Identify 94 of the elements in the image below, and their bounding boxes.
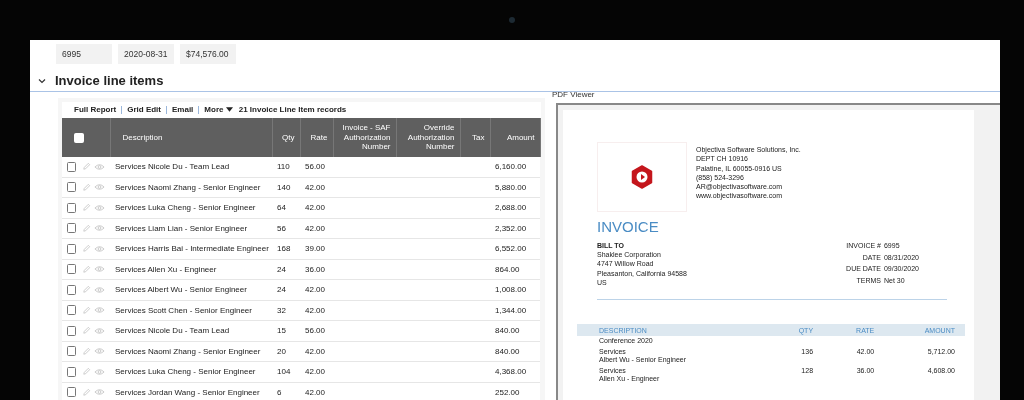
table-cell: 39.00 bbox=[305, 244, 326, 254]
checkbox[interactable] bbox=[67, 305, 76, 316]
logo-icon bbox=[630, 165, 654, 189]
table-cell: 15 bbox=[277, 326, 286, 336]
table-cell: Services Luka Cheng - Senior Engineer bbox=[115, 367, 256, 377]
table-cell: 36.00 bbox=[305, 264, 326, 274]
table-cell: 24 bbox=[277, 285, 286, 295]
checkbox[interactable] bbox=[67, 325, 76, 336]
table-cell: 32 bbox=[277, 305, 286, 315]
table-cell: Services Nicole Du - Team Lead bbox=[115, 326, 230, 336]
checkbox[interactable] bbox=[67, 243, 76, 254]
table-cell: 4,368.00 bbox=[495, 367, 527, 377]
record-field: 6995 bbox=[56, 44, 112, 64]
table-cell: Services Harris Bai - Intermediate Engineer bbox=[115, 244, 269, 254]
table-cell: Services Liam Lian - Senior Engineer bbox=[115, 223, 248, 233]
camera-dot bbox=[509, 17, 515, 23]
invoice-title: INVOICE bbox=[597, 218, 660, 235]
eye-icon[interactable] bbox=[94, 367, 105, 376]
table-cell: 840.00 bbox=[495, 326, 520, 336]
table-cell: 42.00 bbox=[305, 387, 326, 397]
table-cell: 1,008.00 bbox=[495, 285, 527, 295]
column-header[interactable]: Invoice - SAF Authorization Number bbox=[333, 118, 396, 157]
table-cell: 42.00 bbox=[305, 203, 326, 213]
table-cell: Services Naomi Zhang - Senior Engineer bbox=[115, 346, 261, 356]
record-count: 21 Invoice Line Item records bbox=[238, 105, 347, 114]
table-cell: Services Jordan Wang - Senior Engineer bbox=[115, 387, 260, 397]
table-cell: 42.00 bbox=[305, 182, 326, 192]
column-header[interactable]: Override Authorization Number bbox=[396, 118, 460, 157]
table-cell: 110 bbox=[277, 162, 290, 172]
eye-icon[interactable] bbox=[94, 162, 105, 171]
column-header[interactable]: Description bbox=[110, 118, 272, 157]
caret-icon bbox=[225, 107, 233, 112]
table-cell: 24 bbox=[277, 264, 286, 274]
checkbox[interactable] bbox=[67, 366, 76, 377]
table-cell: 56.00 bbox=[305, 162, 326, 172]
record-field: $74,576.00 bbox=[180, 44, 236, 64]
table-cell: 6,160.00 bbox=[495, 162, 527, 172]
table-cell: Services Nicole Du - Team Lead bbox=[115, 162, 230, 172]
table-cell: Services Allen Xu - Engineer bbox=[115, 264, 217, 274]
column-header[interactable]: Qty bbox=[272, 118, 300, 157]
table-cell: 42.00 bbox=[305, 285, 326, 295]
column-header[interactable]: Rate bbox=[300, 118, 333, 157]
toolbar-link[interactable]: Email bbox=[172, 105, 194, 114]
table-cell: Services Albert Wu - Senior Engineer bbox=[115, 285, 247, 295]
table-cell: 42.00 bbox=[305, 346, 326, 356]
table-cell: 64 bbox=[277, 203, 286, 213]
panel-label: PDF Viewer bbox=[552, 90, 596, 101]
checkbox[interactable] bbox=[67, 264, 76, 275]
table-cell: 2,352.00 bbox=[495, 223, 527, 233]
checkbox[interactable] bbox=[67, 284, 76, 295]
eye-icon[interactable] bbox=[94, 285, 105, 294]
table-cell: 42.00 bbox=[305, 223, 326, 233]
record-field: 2020-08-31 bbox=[118, 44, 174, 64]
eye-icon[interactable] bbox=[94, 224, 105, 233]
column-header[interactable]: Amount bbox=[490, 118, 540, 157]
table-cell: 140 bbox=[277, 182, 291, 192]
eye-icon[interactable] bbox=[94, 244, 105, 253]
table-cell: 2,688.00 bbox=[495, 203, 527, 213]
eye-icon[interactable] bbox=[94, 203, 105, 212]
column-header[interactable]: Tax bbox=[460, 118, 490, 157]
table-cell: 42.00 bbox=[305, 305, 326, 315]
toolbar-link[interactable]: Grid Edit bbox=[127, 105, 161, 114]
table-cell: 840.00 bbox=[495, 346, 520, 356]
toolbar-link[interactable]: Full Report bbox=[74, 105, 117, 114]
checkbox[interactable] bbox=[67, 346, 76, 357]
table-cell: Services Scott Chen - Senior Engineer bbox=[115, 305, 252, 315]
table-cell: 252.00 bbox=[495, 387, 520, 397]
table-cell: 864.00 bbox=[495, 264, 520, 274]
chevron-icon[interactable] bbox=[38, 77, 46, 84]
table-cell: 56.00 bbox=[305, 326, 326, 336]
table-cell: 5,880.00 bbox=[495, 182, 527, 192]
eye-icon[interactable] bbox=[94, 388, 105, 397]
table-cell: 168 bbox=[277, 244, 291, 254]
more-menu[interactable]: More bbox=[204, 105, 233, 114]
table-cell: 42.00 bbox=[305, 367, 326, 377]
checkbox[interactable] bbox=[67, 161, 76, 172]
checkbox[interactable] bbox=[67, 202, 76, 213]
section-title: Invoice line items bbox=[55, 73, 164, 88]
eye-icon[interactable] bbox=[94, 347, 105, 356]
checkbox[interactable] bbox=[67, 387, 76, 398]
eye-icon[interactable] bbox=[94, 306, 105, 315]
table-cell: 104 bbox=[277, 367, 291, 377]
table-cell: 6,552.00 bbox=[495, 244, 527, 254]
eye-icon[interactable] bbox=[94, 265, 105, 274]
checkbox[interactable] bbox=[67, 182, 76, 193]
table-cell: 1,344.00 bbox=[495, 305, 527, 315]
eye-icon[interactable] bbox=[94, 183, 105, 192]
table-cell: 56 bbox=[277, 223, 286, 233]
table-cell: Services Luka Cheng - Senior Engineer bbox=[115, 203, 256, 213]
table-cell: Services Naomi Zhang - Senior Engineer bbox=[115, 182, 261, 192]
checkbox[interactable] bbox=[67, 223, 76, 234]
table-cell: 20 bbox=[277, 346, 286, 356]
table-cell: 6 bbox=[277, 387, 282, 397]
eye-icon[interactable] bbox=[94, 326, 105, 335]
